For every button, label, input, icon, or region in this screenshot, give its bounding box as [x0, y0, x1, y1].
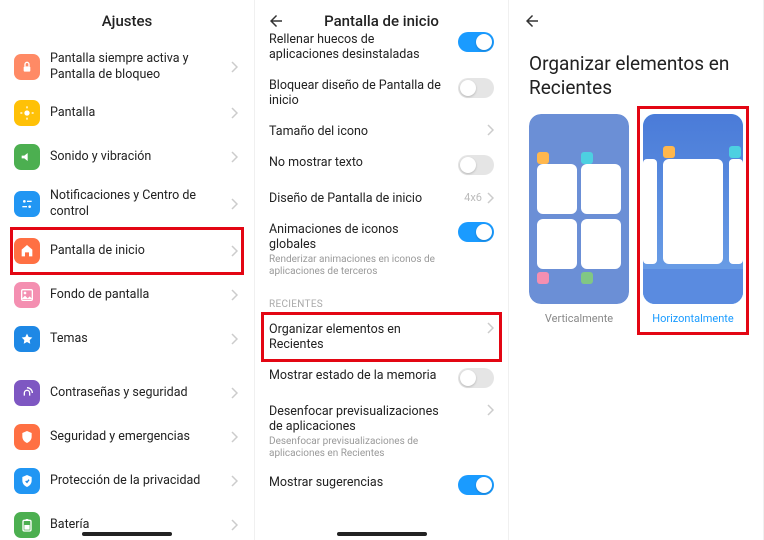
nav-bar[interactable] [82, 532, 172, 536]
settings-item-label: Fondo de pantalla [50, 287, 230, 303]
option-label: Verticalmente [529, 312, 629, 325]
settings-header: Ajustes [0, 0, 254, 42]
setting-sublabel: Renderizar animaciones en iconos de apli… [269, 254, 446, 277]
settings-item-label: Contraseñas y seguridad [50, 385, 230, 401]
settings-panel: Ajustes Pantalla siempre activa y Pantal… [0, 0, 255, 540]
toggle-switch[interactable] [458, 475, 494, 495]
home-setting-item[interactable]: Tamaño del icono [255, 116, 508, 147]
settings-item-label: Sonido y vibración [50, 149, 230, 165]
back-arrow-icon [523, 12, 541, 30]
option-thumbnail [643, 114, 743, 304]
chevron-right-icon [230, 61, 240, 73]
home-title: Pantalla de inicio [324, 12, 439, 30]
back-button[interactable] [267, 12, 285, 30]
themes-icon [14, 326, 40, 352]
toggle-switch[interactable] [458, 222, 494, 242]
setting-label: Animaciones de iconos globales [269, 222, 446, 252]
chevron-right-icon [486, 404, 494, 416]
option-thumbnail [529, 114, 629, 304]
settings-item-label: Pantalla [50, 105, 230, 121]
sun-icon [14, 100, 40, 126]
settings-item[interactable]: Pantalla siempre activa y Pantalla de bl… [12, 42, 242, 91]
chevron-right-icon [486, 322, 494, 334]
home-setting-item[interactable]: Animaciones de iconos globalesRenderizar… [255, 214, 508, 285]
home-setting-item[interactable]: Organizar elementos en Recientes [255, 314, 508, 360]
setting-label: No mostrar texto [269, 155, 446, 170]
chevron-right-icon [486, 192, 494, 204]
settings-item-label: Seguridad y emergencias [50, 429, 230, 445]
back-arrow-icon [267, 12, 285, 30]
chevron-right-icon [230, 151, 240, 163]
recents-layout-panel: Organizar elementos en Recientes Vertica… [509, 0, 764, 540]
recents-option[interactable]: Verticalmente [529, 114, 629, 325]
privacy-icon [14, 468, 40, 494]
settings-item-label: Temas [50, 331, 230, 347]
settings-title: Ajustes [102, 12, 153, 30]
home-setting-item[interactable]: Desenfocar previsualizaciones de aplicac… [255, 396, 508, 467]
chevron-right-icon [230, 333, 240, 345]
setting-label: Bloquear diseño de Pantalla de inicio [269, 78, 446, 108]
settings-list: Pantalla siempre activa y Pantalla de bl… [0, 42, 254, 540]
setting-label: Organizar elementos en Recientes [269, 322, 446, 352]
settings-item[interactable]: Pantalla [12, 91, 242, 135]
recents-option[interactable]: Horizontalmente [643, 114, 743, 325]
setting-label: Mostrar estado de la memoria [269, 368, 446, 383]
settings-item-label: Pantalla siempre activa y Pantalla de bl… [50, 51, 230, 82]
setting-label: Tamaño del icono [269, 124, 446, 139]
chevron-right-icon [486, 124, 494, 136]
settings-item-label: Protección de la privacidad [50, 473, 230, 489]
wallpaper-icon [14, 282, 40, 308]
settings-item[interactable]: Sonido y vibración [12, 135, 242, 179]
settings-item-label: Notificaciones y Centro de control [50, 188, 230, 219]
recents-title: Organizar elementos en Recientes [509, 42, 763, 104]
back-button[interactable] [523, 12, 541, 30]
settings-item-label: Batería [50, 517, 230, 533]
option-label: Horizontalmente [643, 312, 743, 325]
home-setting-item[interactable]: Mostrar sugerencias [255, 467, 508, 503]
settings-item-label: Pantalla de inicio [50, 243, 230, 259]
sound-icon [14, 144, 40, 170]
chevron-right-icon [230, 198, 240, 210]
chevron-right-icon [230, 387, 240, 399]
settings-item[interactable]: Seguridad y emergencias [12, 415, 242, 459]
home-icon [14, 238, 40, 264]
battery-icon [14, 512, 40, 538]
toggle-switch[interactable] [458, 32, 494, 52]
setting-value: 4x6 [464, 191, 482, 204]
toggle-switch[interactable] [458, 155, 494, 175]
recents-header [509, 0, 763, 42]
nav-bar[interactable] [337, 532, 427, 536]
home-setting-item[interactable]: Bloquear diseño de Pantalla de inicio [255, 70, 508, 116]
control-icon [14, 191, 40, 217]
home-setting-item[interactable]: No mostrar texto [255, 147, 508, 183]
home-settings-list: Rellenar huecos de aplicaciones desinsta… [255, 24, 508, 503]
section-header: RECIENTES [255, 285, 508, 314]
recents-options: Verticalmente Horizontalmente [509, 104, 763, 335]
settings-item[interactable]: Temas [12, 317, 242, 361]
settings-item[interactable]: Notificaciones y Centro de control [12, 179, 242, 228]
chevron-right-icon [230, 519, 240, 531]
chevron-right-icon [230, 431, 240, 443]
shield-icon [14, 424, 40, 450]
home-setting-item[interactable]: Mostrar estado de la memoria [255, 360, 508, 396]
lock-icon [14, 54, 40, 80]
setting-label: Desenfocar previsualizaciones de aplicac… [269, 404, 446, 434]
fingerprint-icon [14, 380, 40, 406]
home-setting-item[interactable]: Diseño de Pantalla de inicio 4x6 [255, 183, 508, 214]
chevron-right-icon [230, 289, 240, 301]
toggle-switch[interactable] [458, 368, 494, 388]
setting-sublabel: Desenfocar previsualizaciones de aplicac… [269, 436, 446, 459]
chevron-right-icon [230, 107, 240, 119]
setting-label: Mostrar sugerencias [269, 475, 446, 490]
settings-item[interactable]: Pantalla de inicio [12, 229, 242, 273]
toggle-switch[interactable] [458, 78, 494, 98]
settings-item[interactable]: Protección de la privacidad [12, 459, 242, 503]
chevron-right-icon [230, 245, 240, 257]
chevron-right-icon [230, 475, 240, 487]
home-screen-panel: Pantalla de inicio Rellenar huecos de ap… [255, 0, 509, 540]
settings-item[interactable]: Contraseñas y seguridad [12, 371, 242, 415]
settings-item[interactable]: Fondo de pantalla [12, 273, 242, 317]
setting-label: Diseño de Pantalla de inicio [269, 191, 446, 206]
